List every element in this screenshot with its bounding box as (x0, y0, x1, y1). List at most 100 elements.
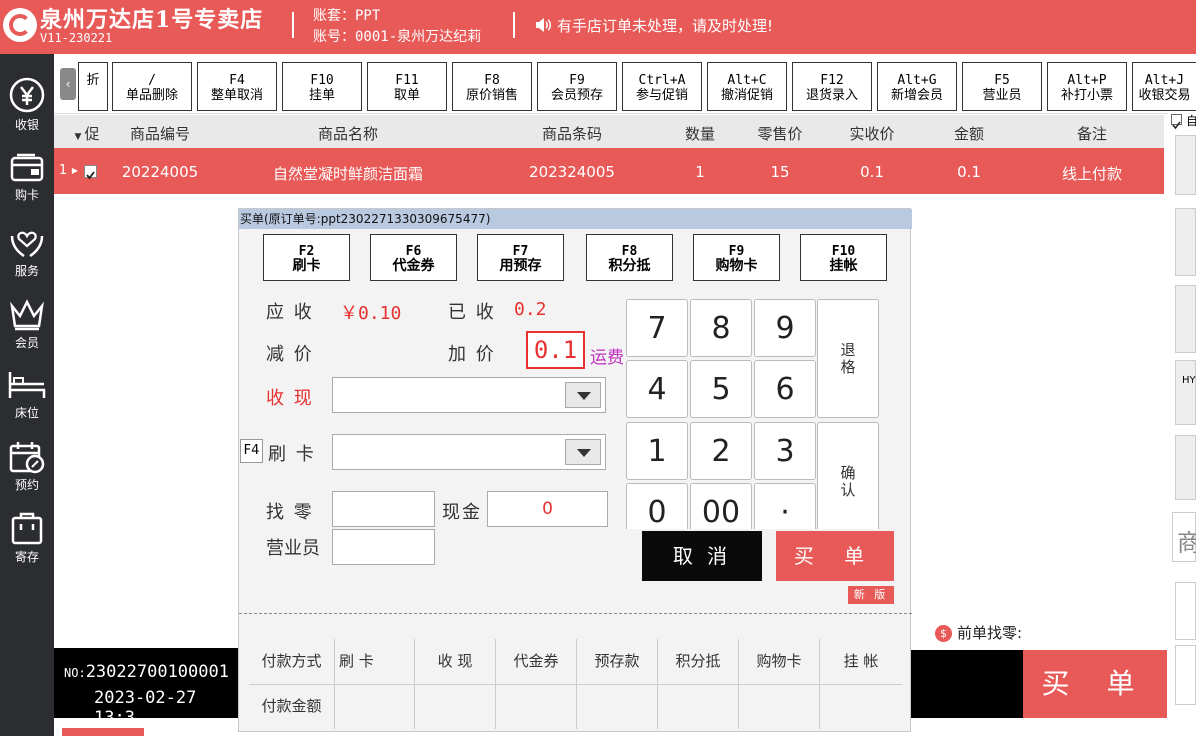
fkey-cash-transaction[interactable]: Alt+J 收银交易 (1132, 62, 1196, 111)
numpad-key-dot[interactable]: · (754, 483, 816, 529)
pay-giftcard-button[interactable]: F9 购物卡 (693, 234, 780, 281)
cash-amount-field[interactable]: 0 (487, 491, 608, 527)
numpad-key-0[interactable]: 0 (626, 483, 688, 529)
right-button[interactable] (1175, 285, 1196, 353)
numpad-key-2[interactable]: 2 (690, 422, 752, 480)
sidebar-item-cashier[interactable]: 收银 (0, 70, 54, 142)
fkey-add-member[interactable]: Alt+G 新增会员 (877, 62, 957, 111)
numpad-key-8[interactable]: 8 (690, 299, 752, 357)
col-name[interactable]: 商品名称 (318, 123, 378, 144)
divider (292, 12, 294, 38)
numpad-key-5[interactable]: 5 (690, 360, 752, 418)
order-notice[interactable]: 有手店订单未处理，请及时处理! (535, 15, 773, 37)
prev-change: $ 前单找零: (935, 622, 1022, 643)
fkey-clerk[interactable]: F5 营业员 (962, 62, 1042, 111)
pay-col-credit: 挂 帐 (843, 652, 879, 670)
numpad-key-4[interactable]: 4 (626, 360, 688, 418)
divider (513, 12, 515, 38)
right-button[interactable] (1175, 135, 1196, 195)
fkey-cancel-promo[interactable]: Alt+C 撤消促销 (707, 62, 787, 111)
numpad-key-00[interactable]: 00 (690, 483, 752, 529)
sidebar-item-bed[interactable]: 床位 (0, 362, 54, 434)
fkey-delete-item[interactable]: / 单品删除 (112, 62, 192, 111)
pay-card-button[interactable]: F2 刷卡 (263, 234, 350, 281)
main-buy-button[interactable]: 买 单 (1023, 650, 1167, 718)
fkey-discount[interactable]: 折 (78, 62, 108, 111)
table-header: ▼ 促 商品编号 商品名称 商品条码 数量 零售价 实收价 金额 备注 (54, 115, 1164, 148)
fkey-join-promo[interactable]: Ctrl+A 参与促销 (622, 62, 702, 111)
numpad-key-1[interactable]: 1 (626, 422, 688, 480)
fkey-reprint[interactable]: Alt+P 补打小票 (1047, 62, 1127, 111)
numpad-key-6[interactable]: 6 (754, 360, 816, 418)
sidebar-item-label: 收银 (14, 118, 39, 132)
right-button-hy[interactable]: HY (1175, 360, 1196, 425)
fkey-hold-order[interactable]: F10 挂单 (282, 62, 362, 111)
surcharge-input[interactable]: 0.1 (526, 331, 585, 369)
backspace-button[interactable]: 退格 (817, 299, 879, 418)
col-barcode[interactable]: 商品条码 (542, 123, 602, 144)
pay-voucher-button[interactable]: F6 代金券 (370, 234, 457, 281)
col-note[interactable]: 备注 (1077, 123, 1107, 144)
pay-deposit-button[interactable]: F7 用预存 (477, 234, 564, 281)
col-retail[interactable]: 零售价 (757, 123, 802, 144)
account-info: 账套：PPT 账号：0001-泉州万达纪莉 (313, 6, 481, 48)
fkey-retrieve-order[interactable]: F11 取单 (367, 62, 447, 111)
clerk-label: 营业员 (266, 538, 320, 559)
fkey-return-entry[interactable]: F12 退货录入 (792, 62, 872, 111)
row-checkbox[interactable] (84, 165, 97, 180)
right-button[interactable] (1175, 582, 1196, 640)
col-actual[interactable]: 实收价 (849, 123, 894, 144)
col-code[interactable]: 商品编号 (130, 123, 190, 144)
receivable-label: 应 收 (266, 302, 314, 323)
col-qty[interactable]: 数量 (685, 123, 715, 144)
right-input[interactable]: 商 (1172, 512, 1196, 562)
right-button[interactable] (1175, 208, 1196, 276)
pay-col-points: 积分抵 (658, 639, 739, 684)
card-label: 刷 卡 (268, 444, 316, 465)
cell-barcode: 202324005 (529, 163, 615, 181)
pay-amount-cell (335, 684, 415, 729)
clerk-field[interactable] (332, 529, 435, 565)
col-promo[interactable]: ▼ 促 (75, 123, 100, 144)
sidebar-item-storage[interactable]: 寄存 (0, 506, 54, 578)
new-version-badge[interactable]: 新 版 (848, 586, 894, 604)
bottom-red-button[interactable] (62, 728, 144, 736)
fkey-original-price[interactable]: F8 原价销售 (452, 62, 532, 111)
sidebar-item-buy-card[interactable]: 购卡 (0, 146, 54, 218)
total-panel (911, 650, 1023, 718)
locker-icon (11, 512, 43, 545)
chevron-down-icon[interactable] (565, 439, 601, 465)
sidebar-item-member[interactable]: 会员 (0, 290, 54, 362)
pay-amount-cell (658, 684, 739, 729)
col-amount[interactable]: 金额 (954, 123, 984, 144)
card-select[interactable] (332, 434, 606, 470)
scroll-left-button[interactable]: ‹ (60, 68, 76, 100)
numpad-key-3[interactable]: 3 (754, 422, 816, 480)
cancel-button[interactable]: 取 消 (642, 531, 762, 581)
account-set: 账套：PPT (313, 8, 381, 24)
pay-credit-button[interactable]: F10 挂帐 (800, 234, 887, 281)
pay-points-button[interactable]: F8 积分抵 (586, 234, 673, 281)
numpad-key-9[interactable]: 9 (754, 299, 816, 357)
buy-button[interactable]: 买 单 (776, 531, 894, 581)
fkey-cancel-order[interactable]: F4 整单取消 (197, 62, 277, 111)
dialog-title: 买单(原订单号:ppt2302271330309675477) (239, 209, 912, 229)
change-field[interactable] (332, 491, 435, 527)
sidebar-item-booking[interactable]: 预约 (0, 434, 54, 506)
cash-select[interactable] (332, 377, 606, 413)
chevron-left-icon: ‹ (65, 77, 71, 91)
table-row[interactable]: 1 ▶ 20224005 自然堂凝时鲜颜洁面霜 202324005 1 15 0… (54, 148, 1164, 194)
numpad-key-7[interactable]: 7 (626, 299, 688, 357)
fkey-member-deposit[interactable]: F9 会员预存 (537, 62, 617, 111)
crown-icon (10, 299, 44, 331)
pay-method-header: 付款方式 (249, 639, 335, 684)
card-hotkey[interactable]: F4 (240, 439, 263, 463)
right-button[interactable] (1175, 645, 1196, 705)
right-checkbox[interactable] (1171, 114, 1182, 130)
pay-col-giftcard: 购物卡 (739, 639, 820, 684)
confirm-button[interactable]: 确认 (817, 422, 879, 529)
sidebar-item-service[interactable]: 服务 (0, 216, 54, 288)
right-button[interactable] (1175, 435, 1196, 500)
chevron-down-icon[interactable] (565, 382, 601, 408)
wallet-card-icon (10, 153, 44, 182)
